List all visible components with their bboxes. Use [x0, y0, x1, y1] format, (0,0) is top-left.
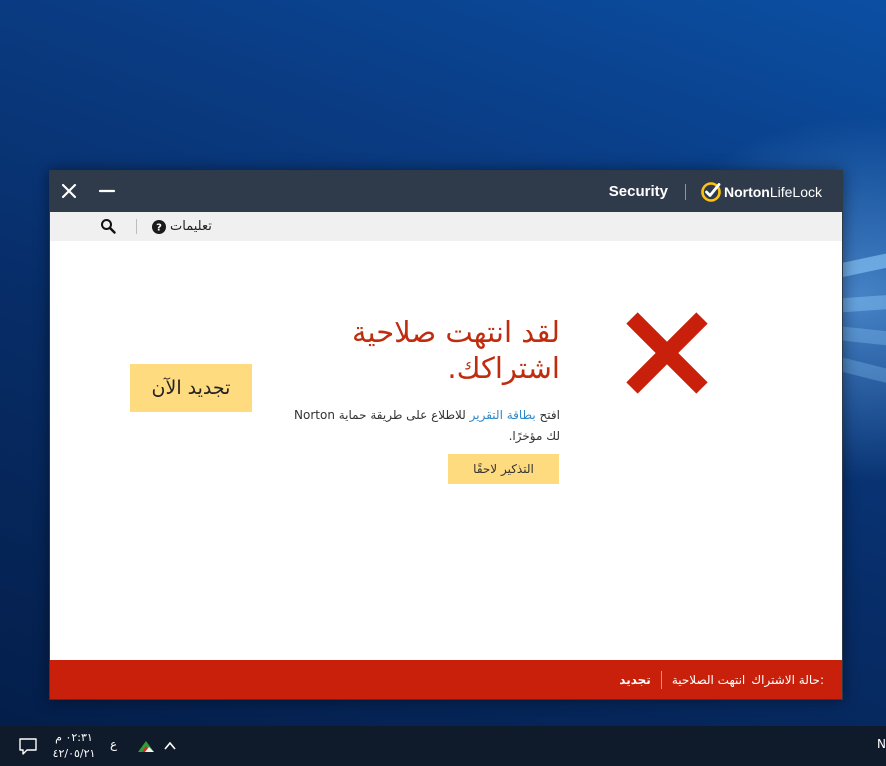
taskbar-clock[interactable]: ٠٢:٣١ م ٤٢/٠٥/٢١ [48, 730, 100, 762]
help-icon: ? [152, 219, 166, 234]
error-x-icon [626, 312, 708, 394]
norton-window: Security NortonLifeLock ? تعليمات لقد ان… [49, 170, 843, 700]
taskbar: ٠٢:٣١ م ٤٢/٠٥/٢١ ع N [0, 726, 886, 766]
info-prefix: افتح [535, 408, 560, 422]
minimize-icon[interactable] [98, 182, 116, 200]
chevron-up-icon[interactable] [162, 738, 178, 754]
expired-headline: لقد انتهت صلاحية اشتراكك. [351, 315, 560, 385]
renew-now-button[interactable]: تجديد الآن [130, 364, 252, 412]
status-label: حالة الاشتراك: [751, 672, 824, 687]
help-label: تعليمات [170, 219, 212, 234]
toolbar-divider [136, 219, 137, 234]
clock-time: ٠٢:٣١ م [55, 731, 93, 744]
subscription-status-bar: حالة الاشتراك: انتهت الصلاحية تجديد [50, 660, 842, 699]
report-card-link[interactable]: بطاقة التقرير [470, 408, 536, 422]
help-link[interactable]: ? تعليمات [152, 217, 212, 236]
brand-wordmark: NortonLifeLock [724, 184, 822, 200]
clock-date: ٤٢/٠٥/٢١ [52, 747, 96, 760]
status-value: انتهت الصلاحية [671, 672, 746, 687]
status-renew-link[interactable]: تجديد [619, 673, 651, 687]
toolbar: ? تعليمات [50, 212, 842, 241]
notification-icon[interactable] [18, 736, 38, 756]
norton-logo: NortonLifeLock [700, 181, 822, 203]
taskbar-edge-text: N [877, 737, 886, 751]
language-indicator[interactable]: ع [110, 737, 117, 751]
norton-check-icon [701, 182, 721, 202]
product-name: Security [608, 183, 668, 200]
report-card-info: افتح بطاقة التقرير للاطلاع على طريقة حما… [290, 405, 560, 447]
tray-app-icon[interactable] [136, 738, 156, 754]
status-divider [660, 670, 662, 689]
close-icon[interactable] [60, 182, 78, 200]
brand-main: Norton [723, 184, 770, 200]
brand-light: LifeLock [769, 184, 822, 200]
title-divider [685, 184, 686, 200]
search-icon[interactable] [100, 218, 116, 234]
remind-later-button[interactable]: التذكير لاحقًا [448, 454, 559, 484]
svg-text:?: ? [156, 222, 162, 233]
title-bar: Security NortonLifeLock [50, 171, 842, 212]
